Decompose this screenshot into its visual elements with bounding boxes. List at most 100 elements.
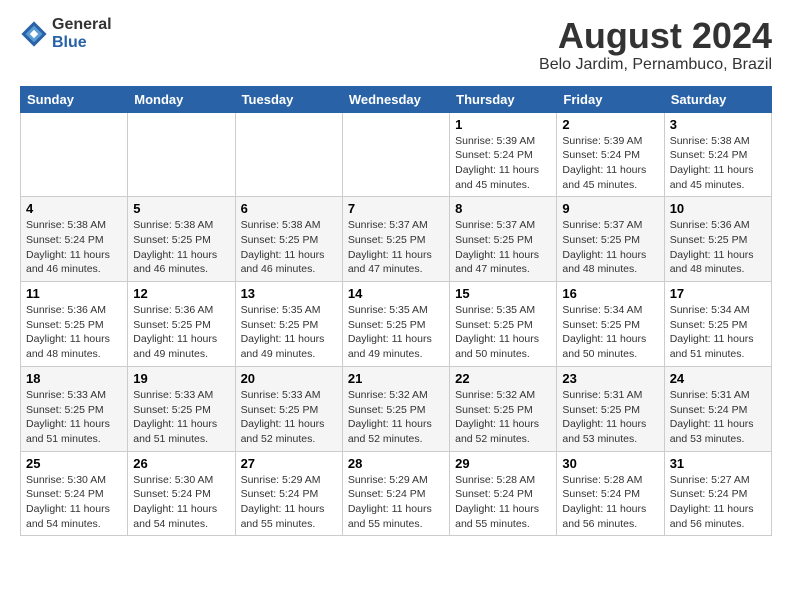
calendar-cell: 31Sunrise: 5:27 AMSunset: 5:24 PMDayligh… xyxy=(664,451,771,536)
calendar-cell: 12 Sunrise: 5:36 AMSunset: 5:25 PMDayligh… xyxy=(128,282,235,367)
day-number: 11 xyxy=(26,286,122,301)
day-number: 2 xyxy=(562,117,658,132)
day-info: Sunrise: 5:34 AMSunset: 5:25 PMDaylight:… xyxy=(562,303,658,362)
calendar-cell: 21 Sunrise: 5:32 AMSunset: 5:25 PMDayligh… xyxy=(342,366,449,451)
day-number: 23 xyxy=(562,371,658,386)
day-info: Sunrise: 5:37 AMSunset: 5:25 PMDaylight:… xyxy=(562,218,658,277)
calendar-cell: 20 Sunrise: 5:33 AMSunset: 5:25 PMDayligh… xyxy=(235,366,342,451)
day-number: 8 xyxy=(455,201,551,216)
day-number: 4 xyxy=(26,201,122,216)
calendar-cell: 10 Sunrise: 5:36 AMSunset: 5:25 PMDayligh… xyxy=(664,197,771,282)
day-info: Sunrise: 5:29 AMSunset: 5:24 PMDaylight:… xyxy=(348,473,444,532)
calendar-cell xyxy=(128,112,235,197)
day-number: 12 xyxy=(133,286,229,301)
calendar-cell: 3 Sunrise: 5:38 AMSunset: 5:24 PMDaylight… xyxy=(664,112,771,197)
day-number: 29 xyxy=(455,456,551,471)
day-info: Sunrise: 5:31 AMSunset: 5:24 PMDaylight:… xyxy=(670,388,766,447)
calendar-cell: 28Sunrise: 5:29 AMSunset: 5:24 PMDayligh… xyxy=(342,451,449,536)
day-number: 5 xyxy=(133,201,229,216)
day-info: Sunrise: 5:35 AMSunset: 5:25 PMDaylight:… xyxy=(455,303,551,362)
calendar: SundayMondayTuesdayWednesdayThursdayFrid… xyxy=(20,86,772,537)
subtitle: Belo Jardim, Pernambuco, Brazil xyxy=(539,56,772,74)
day-info: Sunrise: 5:28 AMSunset: 5:24 PMDaylight:… xyxy=(562,473,658,532)
day-info: Sunrise: 5:33 AMSunset: 5:25 PMDaylight:… xyxy=(133,388,229,447)
calendar-cell: 7Sunrise: 5:37 AMSunset: 5:25 PMDaylight… xyxy=(342,197,449,282)
day-number: 19 xyxy=(133,371,229,386)
calendar-cell: 19 Sunrise: 5:33 AMSunset: 5:25 PMDayligh… xyxy=(128,366,235,451)
day-number: 15 xyxy=(455,286,551,301)
day-header-friday: Friday xyxy=(557,86,664,112)
calendar-cell: 26Sunrise: 5:30 AMSunset: 5:24 PMDayligh… xyxy=(128,451,235,536)
day-info: Sunrise: 5:30 AMSunset: 5:24 PMDaylight:… xyxy=(26,473,122,532)
logo: General Blue xyxy=(20,16,112,52)
day-header-saturday: Saturday xyxy=(664,86,771,112)
day-info: Sunrise: 5:36 AMSunset: 5:25 PMDaylight:… xyxy=(133,303,229,362)
header-row: SundayMondayTuesdayWednesdayThursdayFrid… xyxy=(21,86,772,112)
week-row-4: 18Sunrise: 5:33 AMSunset: 5:25 PMDayligh… xyxy=(21,366,772,451)
day-info: Sunrise: 5:36 AMSunset: 5:25 PMDaylight:… xyxy=(670,218,766,277)
calendar-cell xyxy=(21,112,128,197)
calendar-cell: 24Sunrise: 5:31 AMSunset: 5:24 PMDayligh… xyxy=(664,366,771,451)
calendar-cell: 27 Sunrise: 5:29 AMSunset: 5:24 PMDayligh… xyxy=(235,451,342,536)
day-header-wednesday: Wednesday xyxy=(342,86,449,112)
logo-text: General Blue xyxy=(52,16,112,52)
calendar-cell: 2 Sunrise: 5:39 AMSunset: 5:24 PMDaylight… xyxy=(557,112,664,197)
day-info: Sunrise: 5:36 AMSunset: 5:25 PMDaylight:… xyxy=(26,303,122,362)
day-info: Sunrise: 5:34 AMSunset: 5:25 PMDaylight:… xyxy=(670,303,766,362)
calendar-cell: 9 Sunrise: 5:37 AMSunset: 5:25 PMDaylight… xyxy=(557,197,664,282)
calendar-cell: 25Sunrise: 5:30 AMSunset: 5:24 PMDayligh… xyxy=(21,451,128,536)
calendar-cell: 30 Sunrise: 5:28 AMSunset: 5:24 PMDayligh… xyxy=(557,451,664,536)
calendar-cell: 14 Sunrise: 5:35 AMSunset: 5:25 PMDayligh… xyxy=(342,282,449,367)
day-info: Sunrise: 5:35 AMSunset: 5:25 PMDaylight:… xyxy=(241,303,337,362)
day-number: 30 xyxy=(562,456,658,471)
day-info: Sunrise: 5:37 AMSunset: 5:25 PMDaylight:… xyxy=(455,218,551,277)
day-info: Sunrise: 5:30 AMSunset: 5:24 PMDaylight:… xyxy=(133,473,229,532)
day-info: Sunrise: 5:32 AMSunset: 5:25 PMDaylight:… xyxy=(348,388,444,447)
day-info: Sunrise: 5:39 AMSunset: 5:24 PMDaylight:… xyxy=(455,134,551,193)
calendar-cell: 22Sunrise: 5:32 AMSunset: 5:25 PMDayligh… xyxy=(450,366,557,451)
day-info: Sunrise: 5:38 AMSunset: 5:25 PMDaylight:… xyxy=(241,218,337,277)
day-info: Sunrise: 5:38 AMSunset: 5:24 PMDaylight:… xyxy=(26,218,122,277)
calendar-cell xyxy=(235,112,342,197)
day-number: 17 xyxy=(670,286,766,301)
day-info: Sunrise: 5:39 AMSunset: 5:24 PMDaylight:… xyxy=(562,134,658,193)
calendar-cell: 8 Sunrise: 5:37 AMSunset: 5:25 PMDaylight… xyxy=(450,197,557,282)
day-number: 22 xyxy=(455,371,551,386)
day-info: Sunrise: 5:33 AMSunset: 5:25 PMDaylight:… xyxy=(26,388,122,447)
logo-icon xyxy=(20,20,48,48)
day-number: 3 xyxy=(670,117,766,132)
calendar-cell: 16 Sunrise: 5:34 AMSunset: 5:25 PMDayligh… xyxy=(557,282,664,367)
week-row-3: 11 Sunrise: 5:36 AMSunset: 5:25 PMDayligh… xyxy=(21,282,772,367)
calendar-cell: 17 Sunrise: 5:34 AMSunset: 5:25 PMDayligh… xyxy=(664,282,771,367)
calendar-cell: 18Sunrise: 5:33 AMSunset: 5:25 PMDayligh… xyxy=(21,366,128,451)
day-info: Sunrise: 5:38 AMSunset: 5:24 PMDaylight:… xyxy=(670,134,766,193)
week-row-1: 1 Sunrise: 5:39 AMSunset: 5:24 PMDaylight… xyxy=(21,112,772,197)
calendar-cell xyxy=(342,112,449,197)
day-number: 9 xyxy=(562,201,658,216)
day-number: 21 xyxy=(348,371,444,386)
week-row-5: 25Sunrise: 5:30 AMSunset: 5:24 PMDayligh… xyxy=(21,451,772,536)
calendar-cell: 11 Sunrise: 5:36 AMSunset: 5:25 PMDayligh… xyxy=(21,282,128,367)
day-number: 20 xyxy=(241,371,337,386)
day-info: Sunrise: 5:33 AMSunset: 5:25 PMDaylight:… xyxy=(241,388,337,447)
calendar-cell: 23 Sunrise: 5:31 AMSunset: 5:25 PMDayligh… xyxy=(557,366,664,451)
day-info: Sunrise: 5:27 AMSunset: 5:24 PMDaylight:… xyxy=(670,473,766,532)
day-number: 16 xyxy=(562,286,658,301)
day-number: 27 xyxy=(241,456,337,471)
day-info: Sunrise: 5:31 AMSunset: 5:25 PMDaylight:… xyxy=(562,388,658,447)
calendar-cell: 29Sunrise: 5:28 AMSunset: 5:24 PMDayligh… xyxy=(450,451,557,536)
title-section: August 2024 Belo Jardim, Pernambuco, Bra… xyxy=(539,16,772,74)
day-number: 1 xyxy=(455,117,551,132)
day-header-thursday: Thursday xyxy=(450,86,557,112)
day-info: Sunrise: 5:38 AMSunset: 5:25 PMDaylight:… xyxy=(133,218,229,277)
day-number: 10 xyxy=(670,201,766,216)
day-info: Sunrise: 5:35 AMSunset: 5:25 PMDaylight:… xyxy=(348,303,444,362)
calendar-cell: 6Sunrise: 5:38 AMSunset: 5:25 PMDaylight… xyxy=(235,197,342,282)
day-number: 13 xyxy=(241,286,337,301)
day-info: Sunrise: 5:29 AMSunset: 5:24 PMDaylight:… xyxy=(241,473,337,532)
calendar-cell: 1 Sunrise: 5:39 AMSunset: 5:24 PMDaylight… xyxy=(450,112,557,197)
header: General Blue August 2024 Belo Jardim, Pe… xyxy=(20,16,772,74)
week-row-2: 4 Sunrise: 5:38 AMSunset: 5:24 PMDaylight… xyxy=(21,197,772,282)
day-number: 14 xyxy=(348,286,444,301)
day-info: Sunrise: 5:37 AMSunset: 5:25 PMDaylight:… xyxy=(348,218,444,277)
